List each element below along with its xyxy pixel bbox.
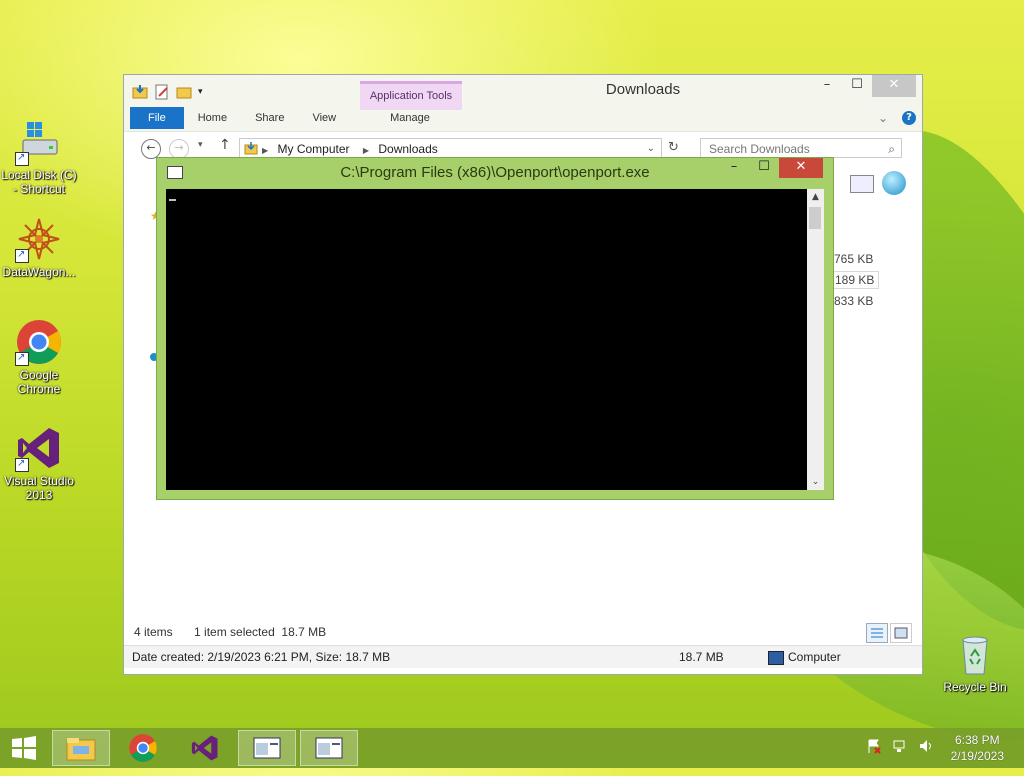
desktop-icon-chrome[interactable]: Google Chrome	[1, 318, 77, 396]
search-icon: ⌕	[888, 142, 895, 156]
shortcut-arrow-icon	[15, 248, 29, 263]
selection-info: 1 item selected 18.7 MB	[194, 625, 327, 639]
up-arrow-icon[interactable]: ↑	[219, 137, 231, 153]
chrome-icon	[15, 318, 63, 366]
refresh-icon[interactable]: ↻	[668, 140, 679, 155]
tab-manage[interactable]: Manage	[376, 112, 444, 124]
taskbar: 6:38 PM 2/19/2023	[0, 728, 1024, 768]
search-input[interactable]: Search Downloads ⌕	[700, 138, 902, 158]
console-output[interactable]	[166, 189, 807, 490]
window-title: Downloads	[605, 81, 681, 98]
desktop-icon-local-disk[interactable]: Local Disk (C) - Shortcut	[1, 118, 77, 196]
tab-file[interactable]: File	[130, 107, 184, 129]
help-icon[interactable]: ?	[902, 111, 916, 125]
status-bar: 4 items 1 item selected 18.7 MB	[134, 625, 326, 639]
action-center-flag-icon[interactable]	[866, 738, 882, 754]
visual-studio-icon	[191, 735, 218, 761]
breadcrumb-downloads[interactable]: Downloads	[378, 142, 437, 156]
volume-icon[interactable]	[918, 738, 934, 754]
shortcut-arrow-icon	[15, 457, 29, 472]
taskbar-console-2[interactable]	[300, 730, 358, 766]
details-info: Date created: 2/19/2023 6:21 PM, Size: 1…	[132, 650, 391, 664]
back-button[interactable]: ←	[141, 139, 161, 159]
recycle-bin-icon	[951, 630, 999, 678]
start-button[interactable]	[0, 730, 48, 766]
text-cursor	[169, 199, 176, 201]
desktop-icon-label: Local Disk (C) - Shortcut	[1, 168, 77, 196]
chrome-icon	[129, 734, 157, 762]
tab-view[interactable]: View	[298, 112, 350, 124]
tab-home[interactable]: Home	[184, 112, 241, 124]
clock-time: 6:38 PM	[954, 733, 1000, 747]
search-placeholder: Search Downloads	[709, 142, 810, 156]
details-size: 18.7 MB	[679, 650, 724, 664]
details-location: Computer	[788, 650, 841, 664]
console-scrollbar[interactable]: ▲ ⌄	[807, 189, 824, 490]
breadcrumb-separator-icon: ▶	[362, 146, 370, 155]
clock-date: 2/19/2023	[950, 749, 1004, 763]
globe-icon[interactable]	[882, 171, 906, 195]
preview-pane-icon[interactable]	[850, 175, 874, 193]
window-controls: – ☐ ✕	[812, 75, 916, 97]
console-window-icon	[253, 737, 281, 759]
close-button[interactable]: ✕	[779, 158, 823, 178]
close-button[interactable]: ✕	[872, 75, 916, 97]
large-icons-view-button[interactable]	[890, 623, 912, 643]
taskbar-clock[interactable]: 6:38 PM 2/19/2023	[951, 732, 1004, 764]
recent-locations-icon[interactable]: ▾	[198, 140, 203, 150]
details-bar: Date created: 2/19/2023 6:21 PM, Size: 1…	[124, 645, 922, 668]
scrollbar-thumb[interactable]	[809, 207, 821, 229]
desktop-icon-visual-studio[interactable]: Visual Studio 2013	[1, 424, 77, 502]
desktop-icon-label: Visual Studio 2013	[4, 474, 74, 502]
shortcut-arrow-icon	[15, 151, 29, 166]
item-count: 4 items	[134, 625, 173, 639]
computer-icon	[768, 651, 784, 665]
tab-share[interactable]: Share	[241, 112, 298, 124]
address-input[interactable]: ▶ My Computer ▶ Downloads ⌄	[239, 138, 662, 158]
taskbar-visual-studio[interactable]	[176, 730, 234, 766]
desktop-icon-datawagon[interactable]: DataWagon...	[1, 215, 77, 279]
minimize-button[interactable]: –	[812, 75, 842, 97]
visual-studio-icon	[15, 424, 63, 472]
explorer-title-bar[interactable]: ▾ Application Tools Downloads – ☐ ✕ File…	[124, 75, 922, 131]
network-status-icon[interactable]	[892, 738, 908, 754]
drive-icon	[15, 118, 63, 166]
minimize-button[interactable]: –	[719, 158, 749, 178]
expand-ribbon-icon[interactable]: ⌄	[878, 111, 888, 125]
system-tray	[866, 738, 934, 754]
taskbar-console-1[interactable]	[238, 730, 296, 766]
desktop-icon-recycle-bin[interactable]: Recycle Bin	[937, 630, 1013, 694]
file-explorer-icon	[66, 738, 96, 761]
console-window-icon	[315, 737, 343, 759]
ribbon-tabs: File Home Share View Manage ⌄ ?	[130, 107, 916, 129]
forward-button[interactable]: →	[169, 139, 189, 159]
desktop-icon-label: Google Chrome	[17, 368, 61, 396]
datawagon-icon	[15, 215, 63, 263]
taskbar-chrome[interactable]	[114, 730, 172, 766]
windows-logo-icon	[12, 736, 36, 760]
desktop-icon-label: DataWagon...	[2, 265, 76, 279]
console-window[interactable]: C:\Program Files (x86)\Openport\openport…	[156, 157, 834, 500]
desktop-icon-label: Recycle Bin	[943, 680, 1007, 694]
details-view-button[interactable]	[866, 623, 888, 643]
maximize-button[interactable]: ☐	[749, 158, 779, 178]
shortcut-arrow-icon	[15, 351, 29, 366]
breadcrumb-my-computer[interactable]: My Computer	[278, 142, 350, 156]
scroll-up-icon[interactable]: ▲	[807, 189, 824, 205]
taskbar-file-explorer[interactable]	[52, 730, 110, 766]
maximize-button[interactable]: ☐	[842, 75, 872, 97]
scroll-down-icon[interactable]: ⌄	[807, 474, 824, 490]
address-dropdown-icon[interactable]: ⌄	[647, 139, 655, 159]
console-window-controls: – ☐ ✕	[719, 158, 823, 178]
breadcrumb-separator-icon: ▶	[262, 146, 269, 155]
